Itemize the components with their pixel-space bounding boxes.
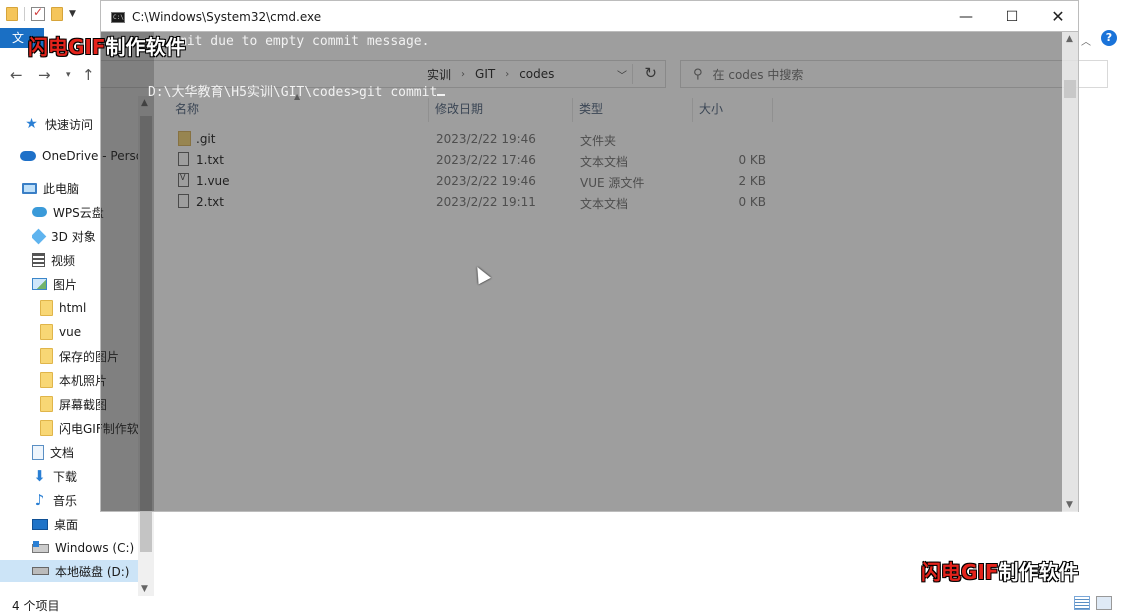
scrollbar-thumb[interactable] (1064, 80, 1076, 98)
picture-icon (32, 278, 47, 290)
console-prompt-text: D:\大华教育\H5实训\GIT\codes>git commit (147, 85, 438, 100)
sidebar-item-label: 文档 (50, 445, 75, 460)
video-icon (32, 253, 45, 267)
document-icon (32, 444, 44, 460)
sidebar-item-quick-access[interactable]: ★ 快速访问 (24, 113, 93, 135)
sidebar-item-label: 快速访问 (45, 117, 94, 132)
drive-c-icon (32, 540, 49, 553)
forward-arrow-icon[interactable]: → (38, 66, 51, 84)
wps-cloud-icon (32, 207, 47, 217)
scroll-up-icon[interactable]: ▲ (1066, 34, 1073, 44)
details-view-icon[interactable] (1074, 596, 1090, 610)
download-icon: ⬇ (33, 467, 46, 485)
folder-icon (40, 324, 53, 340)
close-button[interactable]: ✕ (1035, 5, 1081, 29)
cmd-app-icon[interactable]: C:\ (111, 12, 125, 23)
sidebar-item-label: 下载 (53, 469, 78, 484)
sidebar-item-camera-roll[interactable]: 本机照片 (40, 369, 107, 391)
new-folder-icon[interactable] (51, 7, 63, 21)
back-arrow-icon[interactable]: ← (10, 66, 23, 84)
large-icons-view-icon[interactable] (1096, 596, 1112, 610)
window-title: C:\Windows\System32\cmd.exe (132, 10, 322, 24)
watermark-rest: 制作软件 (998, 560, 1079, 584)
sidebar-item-drive-c[interactable]: Windows (C:) (32, 537, 134, 559)
maximize-button[interactable]: ☐ (989, 5, 1035, 29)
pc-icon (22, 182, 37, 194)
watermark-rest: 制作软件 (105, 35, 186, 59)
item-count: 4 个项目 (12, 599, 60, 612)
scroll-down-icon[interactable]: ▼ (1066, 500, 1073, 510)
3d-icon (32, 228, 47, 244)
text-cursor (437, 94, 446, 96)
folder-icon (40, 300, 53, 316)
sidebar-item-3d-objects[interactable]: 3D 对象 (32, 225, 96, 247)
sidebar-item-label: vue (59, 325, 82, 339)
sidebar-item-label: 图片 (53, 277, 78, 292)
sidebar-item-label: Windows (C:) (55, 541, 135, 555)
folder-icon[interactable] (6, 7, 18, 21)
sidebar-item-downloads[interactable]: ⬇ 下载 (32, 465, 77, 487)
sidebar-item-label: 本地磁盘 (D:) (55, 564, 130, 579)
folder-icon (40, 396, 53, 412)
sidebar-item-wps-cloud[interactable]: WPS云盘 (32, 201, 104, 223)
watermark-highlight: 闪电GIF (921, 560, 999, 584)
sidebar-item-documents[interactable]: 文档 (32, 441, 74, 463)
sidebar-item-screenshots[interactable]: 屏幕截图 (40, 393, 107, 415)
sidebar-item-music[interactable]: ♪ 音乐 (32, 489, 77, 511)
sidebar-item-label: WPS云盘 (53, 205, 104, 220)
watermark-top: 闪电GIF制作软件 (28, 31, 186, 60)
cmd-title-bar[interactable]: C:\ C:\Windows\System32\cmd.exe — ☐ ✕ (100, 0, 1079, 32)
sidebar-item-label: 音乐 (53, 493, 78, 508)
sidebar-item-vue[interactable]: vue (40, 321, 81, 343)
sidebar-item-desktop[interactable]: 桌面 (32, 513, 78, 535)
sidebar-item-label: html (59, 301, 87, 315)
chevron-down-icon[interactable]: ▼ (69, 9, 76, 19)
properties-icon[interactable] (31, 5, 45, 21)
folder-icon (40, 420, 53, 436)
scroll-down-icon[interactable]: ▼ (141, 584, 148, 594)
recent-locations-icon[interactable]: ▾ (66, 70, 71, 80)
watermark-bottom: 闪电GIF制作软件 (921, 556, 1079, 585)
drive-d-icon (32, 567, 49, 575)
sidebar-item-html[interactable]: html (40, 297, 86, 319)
music-icon: ♪ (34, 491, 45, 509)
console-output[interactable]: mit due to empty commit message. D:\大华教育… (100, 32, 1079, 512)
console-line: D:\大华教育\H5实训\GIT\codes>git commit (101, 66, 446, 115)
desktop-icon (32, 518, 48, 530)
help-icon[interactable]: ? (1101, 30, 1117, 46)
status-bar: 4 个项目 (0, 596, 1121, 612)
sidebar-item-drive-d[interactable]: 本地磁盘 (D:) (0, 560, 138, 582)
up-arrow-icon[interactable]: ↑ (82, 66, 95, 84)
sidebar-item-label: 桌面 (54, 517, 79, 532)
folder-icon (40, 348, 53, 364)
toolbar-divider (24, 7, 25, 21)
sidebar-item-pictures[interactable]: 图片 (32, 273, 77, 295)
sidebar-item-label: 3D 对象 (51, 229, 96, 244)
minimize-button[interactable]: — (943, 5, 989, 29)
ribbon-expand-icon[interactable]: ︿ (1081, 33, 1091, 48)
sidebar-item-label: 此电脑 (43, 181, 80, 196)
command-prompt-window[interactable]: C:\ C:\Windows\System32\cmd.exe — ☐ ✕ mi… (100, 0, 1079, 512)
folder-icon (40, 372, 53, 388)
sidebar-item-this-pc[interactable]: 此电脑 (22, 177, 79, 199)
sidebar-item-videos[interactable]: 视频 (32, 249, 75, 271)
console-line: mit due to empty commit message. (179, 34, 430, 49)
console-scrollbar[interactable]: ▲ ▼ (1062, 32, 1078, 512)
cloud-icon (20, 151, 36, 161)
watermark-highlight: 闪电GIF (28, 35, 106, 59)
sidebar-item-label: 视频 (51, 253, 76, 268)
star-icon: ★ (25, 116, 38, 132)
